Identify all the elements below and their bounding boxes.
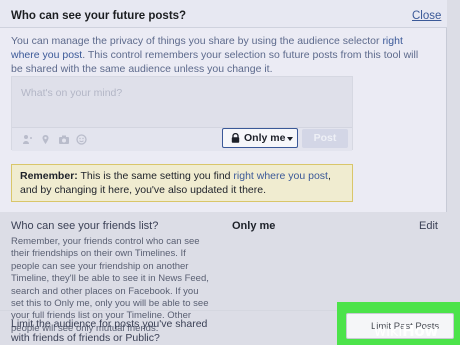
panel-title: Who can see your future posts? [11, 10, 187, 22]
friends-list-question: Who can see your friends list? [11, 220, 159, 232]
notice-link[interactable]: right where you post [233, 170, 328, 182]
composer-toolbar [12, 127, 352, 151]
panel-description: You can manage the privacy of things you… [11, 34, 421, 76]
composer-input[interactable]: What's on your mind? [21, 87, 122, 99]
post-button[interactable]: Post [302, 129, 348, 148]
audience-selector-button[interactable]: Only me [222, 128, 298, 148]
audience-label: Only me [244, 132, 286, 144]
watermark-part2: How [402, 322, 438, 340]
privacy-settings-page: Who can see your future posts? Close You… [0, 0, 460, 345]
notice-bold: Remember: [20, 170, 78, 182]
chevron-down-icon [287, 137, 293, 141]
past-posts-question: Limit the audience for posts you've shar… [11, 318, 208, 344]
watermark-part1: wiki [374, 322, 403, 340]
edit-link[interactable]: Edit [419, 220, 438, 232]
panel-header: Who can see your future posts? Close [0, 0, 447, 28]
future-posts-panel: Who can see your future posts? Close You… [0, 0, 447, 212]
lock-icon [231, 133, 240, 143]
wikihow-watermark: wikiHow [374, 322, 438, 340]
smiley-icon[interactable] [76, 134, 87, 145]
description-text: You can manage the privacy of things you… [11, 35, 383, 47]
close-link[interactable]: Close [412, 10, 441, 22]
camera-icon[interactable] [58, 134, 69, 145]
notice-text: This is the same setting you find [77, 170, 234, 182]
reminder-notice: Remember: This is the same setting you f… [11, 164, 353, 202]
friends-list-value: Only me [232, 220, 276, 232]
location-icon[interactable] [40, 134, 51, 145]
person-tag-icon[interactable] [22, 134, 33, 145]
